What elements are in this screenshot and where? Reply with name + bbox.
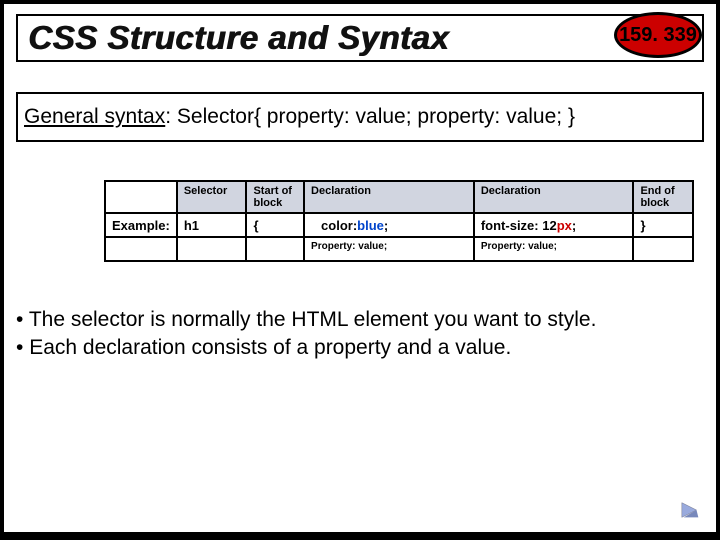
course-badge: 159. 339 (614, 12, 702, 58)
empty-cell (246, 237, 304, 261)
example-selector: h1 (177, 213, 247, 237)
example-start: { (246, 213, 304, 237)
bullet-text: The selector is normally the HTML elemen… (29, 308, 597, 331)
syntax-rest: : Selector{ property: value; property: v… (165, 105, 575, 129)
decl2-suffix: ; (572, 218, 576, 233)
next-arrow-icon[interactable] (680, 500, 702, 520)
table-cell-empty (105, 181, 177, 213)
bullet-item: • The selector is normally the HTML elem… (16, 306, 704, 334)
decl2-prefix: font-size: 12 (481, 218, 557, 233)
bullet-item: • Each declaration consists of a propert… (16, 334, 704, 362)
decl2-value: px (557, 218, 572, 233)
footer-pv1: Property: value; (304, 237, 474, 261)
decl1-suffix: ; (384, 218, 388, 233)
table-footer-row: Property: value; Property: value; (105, 237, 693, 261)
slide: CSS Structure and Syntax 159. 339 Genera… (0, 0, 720, 540)
decl1-value: blue (357, 218, 384, 233)
hdr-selector: Selector (177, 181, 247, 213)
title-bar: CSS Structure and Syntax (16, 14, 704, 62)
syntax-box: General syntax: Selector{ property: valu… (16, 92, 704, 142)
empty-cell (633, 237, 693, 261)
table-header-row: Selector Start of block Declaration Decl… (105, 181, 693, 213)
table-example-row: Example: h1 { color:blue; font-size: 12p… (105, 213, 693, 237)
hdr-startblock: Start of block (246, 181, 304, 213)
bullet-list: • The selector is normally the HTML elem… (16, 306, 704, 363)
course-number: 159. 339 (619, 24, 697, 47)
decl1-prefix: color: (321, 218, 357, 233)
slide-inner: CSS Structure and Syntax 159. 339 Genera… (4, 4, 716, 532)
footer-pv2: Property: value; (474, 237, 634, 261)
example-label: Example: (105, 213, 177, 237)
bullet-text: Each declaration consists of a property … (29, 336, 511, 359)
syntax-table: Selector Start of block Declaration Decl… (104, 180, 694, 262)
example-decl2: font-size: 12px; (474, 213, 634, 237)
hdr-decl1: Declaration (304, 181, 474, 213)
empty-cell (177, 237, 247, 261)
example-end: } (633, 213, 693, 237)
syntax-lead: General syntax (24, 105, 165, 129)
empty-cell (105, 237, 177, 261)
hdr-endblock: End of block (633, 181, 693, 213)
page-title: CSS Structure and Syntax (28, 19, 449, 57)
hdr-decl2: Declaration (474, 181, 634, 213)
example-decl1: color:blue; (304, 213, 474, 237)
